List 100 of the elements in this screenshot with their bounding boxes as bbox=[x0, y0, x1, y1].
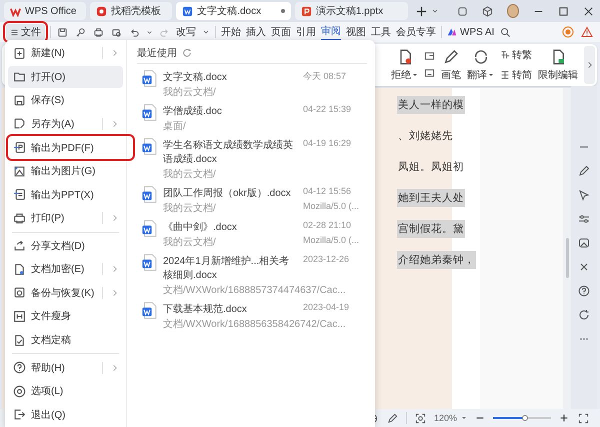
ribbon-tab[interactable]: 页面 bbox=[271, 24, 291, 40]
accept-icon[interactable] bbox=[424, 51, 435, 62]
ribbon-small-button[interactable]: 转繁 bbox=[500, 48, 532, 62]
print-preview-icon[interactable] bbox=[111, 26, 122, 38]
cross-icon[interactable] bbox=[578, 261, 590, 273]
save-as-icon bbox=[13, 117, 26, 130]
recent-file-item[interactable]: 《曲中剑》.docx 02-28 21:10 我的云文档/ Mozilla/5.0 (... bbox=[137, 220, 367, 249]
edit-mode-dropdown[interactable]: 改写 bbox=[176, 25, 210, 39]
menu-item[interactable]: 输出为PDF(F) bbox=[8, 136, 133, 159]
ribbon-tab[interactable]: 会员专享 bbox=[396, 24, 436, 40]
document-tab[interactable]: WPS Office bbox=[4, 2, 86, 20]
sliders-icon[interactable] bbox=[578, 213, 590, 225]
cube-icon[interactable] bbox=[482, 6, 493, 16]
warning-icon[interactable] bbox=[581, 26, 593, 38]
window-icon[interactable] bbox=[456, 6, 468, 16]
menu-item[interactable]: 选项(L) bbox=[8, 380, 123, 402]
refresh-icon[interactable] bbox=[182, 48, 192, 58]
menu-item[interactable]: 备份与恢复(K) bbox=[8, 282, 123, 304]
file-name: 团队工作周报（okr版）.docx bbox=[163, 186, 291, 200]
menu-item[interactable]: 分享文档(D) bbox=[8, 234, 123, 258]
chevron-down-icon[interactable] bbox=[430, 7, 439, 15]
menu-item[interactable]: 保存(S) bbox=[8, 89, 123, 112]
file-time: 02-28 21:10 bbox=[303, 220, 352, 232]
dot-icon[interactable] bbox=[280, 9, 285, 13]
docer-logo-icon bbox=[96, 6, 108, 16]
scrollbar-thumb[interactable] bbox=[566, 238, 568, 278]
word-document-icon bbox=[141, 220, 158, 237]
file-time: 04-22 15:39 bbox=[303, 104, 352, 116]
ribbon-tab[interactable]: 引用 bbox=[296, 24, 316, 40]
menu-item[interactable]: 另存为(A) bbox=[8, 112, 123, 136]
caret-icon bbox=[461, 415, 467, 421]
share-icon bbox=[13, 239, 26, 252]
zoom-dropdown[interactable]: 120% bbox=[434, 413, 467, 423]
ribbon-button[interactable]: 画笔 bbox=[441, 48, 461, 82]
close-icon[interactable] bbox=[583, 6, 594, 16]
ribbon-button[interactable]: 拒绝 bbox=[391, 48, 418, 82]
save-icon[interactable] bbox=[57, 26, 68, 38]
pdf-export-icon bbox=[13, 141, 26, 154]
wps-logo-icon bbox=[10, 6, 21, 16]
section-title: 最近使用 bbox=[137, 46, 177, 60]
document-text: 美人一样的模 bbox=[397, 96, 465, 114]
menu-item[interactable]: 打开(O) bbox=[8, 66, 123, 88]
undo-icon[interactable] bbox=[129, 26, 140, 38]
badge-icon[interactable] bbox=[562, 26, 574, 38]
save-icon bbox=[13, 94, 26, 107]
file-path: 我的云文档/ bbox=[163, 202, 216, 215]
new-document-icon bbox=[13, 46, 26, 60]
ribbon-tab[interactable]: 视图 bbox=[346, 24, 366, 40]
recent-file-item[interactable]: 文字文稿.docx 今天 08:57 我的云文档/ bbox=[137, 70, 367, 99]
ribbon-button[interactable]: 翻译 bbox=[467, 48, 494, 82]
file-time: 04-19 16:29 bbox=[303, 138, 352, 150]
document-tab[interactable]: 找稻壳模板 bbox=[90, 2, 172, 20]
document-tab[interactable]: 文字文稿.docx bbox=[176, 2, 291, 20]
maximize-icon[interactable] bbox=[558, 6, 569, 16]
menu-item[interactable]: 新建(N) bbox=[8, 42, 123, 65]
chevron-down-icon[interactable] bbox=[146, 28, 153, 36]
search-icon[interactable] bbox=[500, 26, 512, 38]
zoom-in-icon[interactable] bbox=[559, 413, 569, 423]
menu-item[interactable]: 文档加密(E) bbox=[8, 258, 123, 281]
menu-icon bbox=[10, 28, 19, 36]
print-icon[interactable] bbox=[93, 26, 104, 38]
ribbon-button[interactable]: 限制编辑 bbox=[538, 48, 578, 82]
cursor-icon[interactable] bbox=[578, 189, 590, 201]
translate-icon bbox=[472, 48, 488, 64]
menu-item[interactable]: 退出(Q) bbox=[8, 403, 123, 426]
recent-file-item[interactable]: 团队工作周报（okr版）.docx 04-12 15:56 我的云文档/ Mozilla/5.0 (... bbox=[137, 186, 367, 215]
ribbon-tab[interactable]: 工具 bbox=[371, 24, 391, 40]
file-menu-button[interactable]: 文件 bbox=[6, 24, 45, 40]
ribbon-tab[interactable]: 插入 bbox=[246, 24, 266, 40]
fit-page-icon[interactable] bbox=[414, 412, 426, 424]
file-path: 文档/WXWork/1688856358426742/Cac... bbox=[163, 318, 346, 331]
menu-item[interactable]: 文件瘦身 bbox=[8, 305, 123, 328]
vertical-scrollbar[interactable] bbox=[563, 88, 571, 409]
menu-item[interactable]: 帮助(H) bbox=[8, 356, 123, 379]
pen-icon[interactable] bbox=[386, 412, 398, 424]
wps-ai-button[interactable]: WPS AI bbox=[447, 26, 494, 38]
recent-file-item[interactable]: 学僧成绩.doc 04-22 15:39 桌面/ bbox=[137, 104, 367, 133]
file-name: 学僧成绩.doc bbox=[163, 104, 222, 118]
menu-item[interactable]: 输出为图片(G) bbox=[8, 160, 123, 182]
tab-label: 演示文稿1.pptx bbox=[316, 4, 384, 18]
fullscreen-icon[interactable] bbox=[578, 412, 589, 424]
ribbon-small-button[interactable]: 转简 bbox=[500, 68, 532, 82]
pen-icon[interactable] bbox=[578, 165, 590, 177]
avatar-icon[interactable] bbox=[506, 4, 519, 18]
recent-file-item[interactable]: 下载基本规范.docx 2023-04-19 文档/WXWork/1688856358426742/Cac... bbox=[137, 302, 367, 331]
ribbon-tab[interactable]: 开始 bbox=[221, 24, 241, 40]
backup-icon bbox=[13, 286, 26, 300]
next-change-icon[interactable] bbox=[424, 68, 435, 79]
recent-file-item[interactable]: 学生名称语文成绩数学成绩英语成绩.docx 04-19 16:29 我的云文档/ bbox=[137, 138, 367, 181]
zoom-slider-thumb[interactable] bbox=[522, 415, 528, 421]
menu-item[interactable]: 文档定稿 bbox=[8, 328, 123, 352]
recent-file-item[interactable]: 2024年1月新增维护...相关考核细则.docx 2023-12-26 文档/WXWork/1688857374474637/Cac... bbox=[137, 254, 367, 297]
add-tab-icon[interactable] bbox=[416, 6, 427, 16]
key-icon[interactable] bbox=[75, 26, 86, 38]
refresh-icon[interactable] bbox=[578, 309, 590, 321]
menu-item[interactable]: 输出为PPT(X) bbox=[8, 183, 123, 206]
document-tab[interactable]: 演示文稿1.pptx bbox=[294, 2, 408, 20]
help-icon[interactable] bbox=[578, 285, 590, 297]
image-icon[interactable] bbox=[578, 237, 590, 249]
menu-item[interactable]: 打印(P) bbox=[8, 206, 123, 230]
